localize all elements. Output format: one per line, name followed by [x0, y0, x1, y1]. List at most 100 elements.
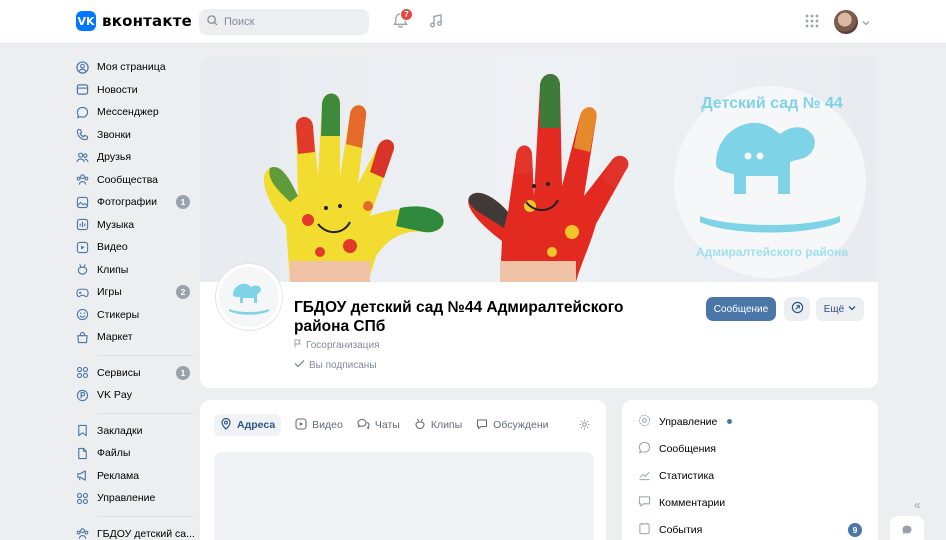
sidebar-item-label: Игры — [97, 286, 122, 299]
events-count-badge: 9 — [848, 523, 862, 537]
chevron-down-icon[interactable] — [862, 16, 870, 30]
community-type-label: Госорганизация — [306, 339, 380, 351]
sidebar-item-ads[interactable]: Реклама — [76, 465, 196, 488]
tab-label: Адреса — [237, 419, 276, 431]
music-note-icon — [428, 13, 444, 32]
vk-logo-text: вконтакте — [102, 12, 193, 30]
news-icon — [76, 83, 89, 96]
sidebar-item-messenger[interactable]: Мессенджер — [76, 101, 196, 124]
chat-widget-button[interactable] — [890, 516, 924, 540]
sidebar-item-vkpay[interactable]: VK Pay — [76, 384, 196, 407]
admin-item-label: Статистика — [659, 469, 715, 482]
search-input[interactable] — [224, 16, 364, 28]
top-header: VK вконтакте 7 — [0, 0, 946, 44]
content-tabs-card: Адреса Видео Чаты Клипы Обсуждени — [200, 400, 606, 540]
sidebar-item-label: Реклама — [97, 469, 140, 482]
sidebar-item-label: Файлы — [97, 447, 131, 460]
share-button[interactable] — [784, 297, 810, 321]
sidebar-item-music[interactable]: Музыка — [76, 214, 196, 237]
photo-icon — [76, 196, 89, 209]
cover-logo-title: Детский сад № 44 — [701, 95, 843, 112]
admin-item-events[interactable]: События 9 — [622, 516, 878, 540]
tab-clips[interactable]: Клипы — [414, 414, 462, 436]
rocking-horse-logo — [219, 267, 279, 327]
chevron-down-icon — [848, 304, 856, 315]
stats-icon — [638, 468, 651, 484]
collapse-sidebar-button[interactable]: « — [914, 498, 921, 512]
new-indicator-dot — [727, 419, 733, 424]
sidebar-item-clips[interactable]: Клипы — [76, 259, 196, 282]
admin-item-management[interactable]: Управление — [622, 408, 878, 435]
sidebar-item-label: Управление — [97, 492, 156, 505]
address-map-area[interactable] — [214, 452, 594, 540]
music-player-button[interactable] — [426, 12, 446, 32]
tab-addresses[interactable]: Адреса — [214, 414, 282, 436]
search-box[interactable] — [199, 9, 369, 35]
subscription-label: Вы подписаны — [309, 359, 377, 371]
tab-label: Видео — [312, 419, 343, 431]
painted-hands-illustration: Детский сад № 44 Адмиралтейского района — [263, 74, 866, 282]
user-avatar[interactable] — [834, 10, 858, 34]
sidebar-item-services[interactable]: Сервисы 1 — [76, 362, 196, 385]
sidebar-item-bookmarks[interactable]: Закладки — [76, 420, 196, 443]
admin-item-statistics[interactable]: Статистика — [622, 462, 878, 489]
sidebar-item-community-shortcut[interactable]: ГБДОУ детский са... — [76, 523, 196, 540]
cover-image: Детский сад № 44 Адмиралтейского района — [200, 56, 878, 282]
sidebar-item-friends[interactable]: Друзья — [76, 146, 196, 169]
sidebar-item-my-page[interactable]: Моя страница — [76, 56, 196, 79]
services-icon — [76, 366, 89, 379]
sidebar-item-label: Сервисы — [97, 366, 141, 379]
notifications-badge: 7 — [400, 8, 413, 21]
vk-logo[interactable]: VK вконтакте — [76, 11, 192, 31]
phone-icon — [76, 128, 89, 141]
photos-count-badge: 1 — [176, 195, 190, 209]
more-label: Ещё — [823, 303, 845, 315]
admin-menu-card: Управление Сообщения Статистика Коммента… — [622, 400, 878, 540]
apps-menu-button[interactable] — [802, 12, 822, 32]
video-icon — [76, 241, 89, 254]
sidebar-item-label: Звонки — [97, 128, 131, 141]
notifications-button[interactable]: 7 — [390, 8, 413, 32]
left-sidebar: Моя страница Новости Мессенджер Звонки Д… — [76, 56, 196, 540]
sidebar-item-management[interactable]: Управление — [76, 487, 196, 510]
sidebar-item-label: Закладки — [97, 424, 143, 437]
subscription-status[interactable]: Вы подписаны — [294, 359, 377, 371]
tab-chats[interactable]: Чаты — [357, 414, 400, 436]
community-name: ГБДОУ детский сад №44 Адмиралтейского ра… — [294, 299, 624, 335]
search-icon — [207, 15, 218, 29]
location-icon — [220, 417, 232, 433]
gamepad-icon — [76, 286, 89, 299]
tab-label: Обсуждени — [493, 419, 549, 431]
sidebar-item-video[interactable]: Видео — [76, 236, 196, 259]
bag-icon — [76, 331, 89, 344]
sidebar-item-photos[interactable]: Фотографии 1 — [76, 191, 196, 214]
community-header-card: Детский сад № 44 Адмиралтейского района … — [200, 56, 878, 388]
flag-icon — [294, 339, 302, 351]
sidebar-item-games[interactable]: Игры 2 — [76, 281, 196, 304]
sticker-icon — [76, 308, 89, 321]
admin-item-label: Комментарии — [659, 496, 726, 509]
admin-item-comments[interactable]: Комментарии — [622, 489, 878, 516]
more-actions-button[interactable]: Ещё — [816, 297, 864, 321]
sidebar-item-communities[interactable]: Сообщества — [76, 169, 196, 192]
tabs-settings-button[interactable] — [578, 418, 591, 434]
community-avatar[interactable] — [216, 264, 282, 330]
grid-icon — [76, 492, 89, 505]
sidebar-divider — [98, 354, 194, 356]
message-icon — [638, 441, 651, 457]
admin-item-label: Управление — [659, 415, 718, 428]
apps-grid-icon — [805, 14, 819, 31]
tab-discussions[interactable]: Обсуждени — [476, 414, 549, 436]
admin-item-messages[interactable]: Сообщения — [622, 435, 878, 462]
sidebar-item-calls[interactable]: Звонки — [76, 124, 196, 147]
sidebar-item-stickers[interactable]: Стикеры — [76, 304, 196, 327]
clips-icon — [414, 418, 426, 433]
community-type: Госорганизация — [294, 339, 380, 351]
tab-video[interactable]: Видео — [295, 414, 343, 436]
send-message-button[interactable]: Сообщение — [706, 297, 776, 321]
sidebar-item-files[interactable]: Файлы — [76, 442, 196, 465]
sidebar-item-market[interactable]: Маркет — [76, 326, 196, 349]
ads-icon — [76, 469, 89, 482]
bookmark-icon — [76, 424, 89, 437]
sidebar-item-news[interactable]: Новости — [76, 79, 196, 102]
